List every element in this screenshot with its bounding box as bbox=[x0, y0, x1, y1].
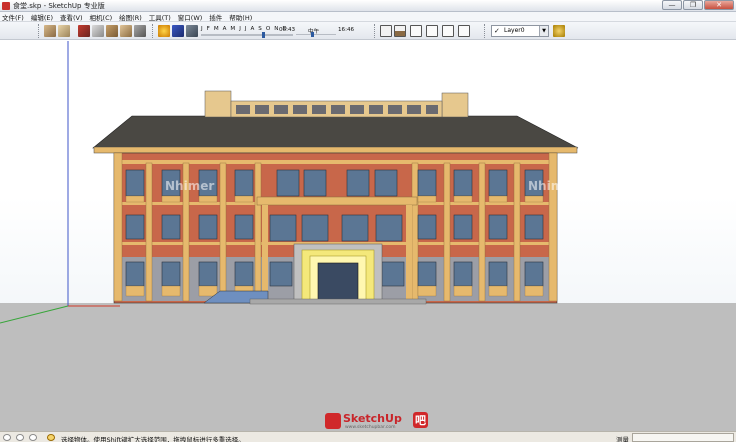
measurements-input[interactable] bbox=[632, 433, 734, 442]
time-start-label: 06:43 bbox=[279, 27, 296, 33]
building-model bbox=[0, 41, 579, 324]
toolbar-grip[interactable] bbox=[484, 24, 486, 38]
status-hint: 选择物体。使用Shift键扩大选择范围，拖拽鼠标进行多重选择。 bbox=[61, 436, 245, 442]
status-bar: 选择物体。使用Shift键扩大选择范围，拖拽鼠标进行多重选择。 测量 bbox=[0, 431, 736, 442]
menu-draw[interactable]: 绘图(R) bbox=[119, 12, 142, 22]
portico-column bbox=[262, 205, 268, 301]
layer-manager-icon[interactable] bbox=[553, 25, 565, 37]
menu-camera[interactable]: 相机(C) bbox=[90, 12, 113, 22]
rooftop-chimney-right bbox=[441, 92, 469, 118]
minimize-button[interactable]: — bbox=[662, 0, 682, 10]
hidden-line-style-icon[interactable] bbox=[92, 25, 104, 37]
menu-help[interactable]: 帮助(H) bbox=[229, 12, 252, 22]
time-end-label: 16:46 bbox=[338, 27, 355, 33]
menu-bar: 文件(F) 编辑(E) 查看(V) 相机(C) 绘图(R) 工具(T) 窗口(W… bbox=[0, 12, 736, 22]
toolbar-grip[interactable] bbox=[152, 24, 154, 38]
portico-column bbox=[406, 205, 412, 301]
sketchupbar-logo: SketchUp 吧 www.sketchupbar.com bbox=[325, 412, 437, 431]
title-bar: 食堂.skp - SketchUp 专业版 — ❐ ✕ bbox=[0, 0, 736, 12]
menu-window[interactable]: 窗口(W) bbox=[178, 12, 203, 22]
iso-view-icon[interactable] bbox=[380, 25, 392, 37]
shaded-style-icon[interactable] bbox=[106, 25, 118, 37]
entrance-doors bbox=[317, 262, 359, 304]
shadow-months: J F M A M J J A S O N D bbox=[201, 26, 288, 32]
fog-icon[interactable] bbox=[186, 25, 198, 37]
credits-icon[interactable] bbox=[16, 434, 24, 441]
watermark-left: Nhimer bbox=[165, 179, 215, 193]
geo-location-icon[interactable] bbox=[3, 434, 11, 441]
slider-thumb[interactable] bbox=[262, 32, 265, 38]
layer-dropdown[interactable]: ✓ Layer0 ▼ bbox=[491, 25, 549, 37]
display-shadows-icon[interactable] bbox=[172, 25, 184, 37]
monochrome-style-icon[interactable] bbox=[134, 25, 146, 37]
maximize-button[interactable]: ❐ bbox=[683, 0, 703, 10]
green-axis bbox=[0, 305, 69, 324]
menu-edit[interactable]: 编辑(E) bbox=[31, 12, 53, 22]
layer-name: Layer0 bbox=[504, 27, 525, 34]
chevron-down-icon[interactable]: ▼ bbox=[539, 26, 548, 36]
slider-track bbox=[201, 34, 293, 36]
shadow-time-slider[interactable] bbox=[296, 32, 336, 37]
material-icon[interactable] bbox=[58, 25, 70, 37]
logo-text: SketchUp bbox=[343, 412, 402, 425]
cornice-band bbox=[114, 160, 557, 164]
top-view-icon[interactable] bbox=[394, 25, 406, 37]
hip-roof bbox=[92, 115, 579, 149]
entrance-steps bbox=[249, 298, 427, 305]
right-view-icon[interactable] bbox=[426, 25, 438, 37]
select-tool-icon bbox=[47, 434, 55, 441]
watermark-right: Nhimer bbox=[528, 179, 578, 193]
back-view-icon[interactable] bbox=[442, 25, 454, 37]
front-view-icon[interactable] bbox=[410, 25, 422, 37]
textured-style-icon[interactable] bbox=[120, 25, 132, 37]
model-viewport[interactable]: Nhimer Nhimer SketchUp 吧 www.sketchupbar… bbox=[0, 41, 736, 431]
texture-icon[interactable] bbox=[44, 25, 56, 37]
wireframe-style-icon[interactable] bbox=[78, 25, 90, 37]
window-controls: — ❐ ✕ bbox=[661, 0, 734, 11]
menu-plugins[interactable]: 插件 bbox=[209, 12, 222, 22]
shadow-date-slider[interactable] bbox=[201, 32, 293, 38]
slider-track bbox=[296, 34, 336, 35]
portico-lintel bbox=[256, 196, 418, 206]
logo-url: www.sketchupbar.com bbox=[345, 425, 396, 430]
logo-badge: 吧 bbox=[413, 412, 428, 428]
eave-band bbox=[93, 146, 578, 154]
logo-icon bbox=[325, 413, 341, 429]
left-view-icon[interactable] bbox=[458, 25, 470, 37]
layer-check: ✓ bbox=[494, 27, 500, 35]
close-button[interactable]: ✕ bbox=[704, 0, 734, 10]
app-icon bbox=[2, 2, 10, 10]
rooftop-chimney-left bbox=[204, 90, 232, 118]
help-icon[interactable] bbox=[29, 434, 37, 441]
slider-thumb[interactable] bbox=[311, 32, 314, 37]
shadow-settings-icon[interactable] bbox=[158, 25, 170, 37]
toolbar: J F M A M J J A S O N D 06:43 中午 16:46 ✓… bbox=[0, 22, 736, 40]
menu-file[interactable]: 文件(F) bbox=[2, 12, 24, 22]
measurements-label: 测量 bbox=[616, 436, 629, 442]
menu-tools[interactable]: 工具(T) bbox=[149, 12, 171, 22]
toolbar-grip[interactable] bbox=[38, 24, 40, 38]
window-title: 食堂.skp - SketchUp 专业版 bbox=[13, 2, 105, 10]
menu-view[interactable]: 查看(V) bbox=[60, 12, 83, 22]
toolbar-grip[interactable] bbox=[374, 24, 376, 38]
parapet-openings bbox=[236, 105, 438, 114]
